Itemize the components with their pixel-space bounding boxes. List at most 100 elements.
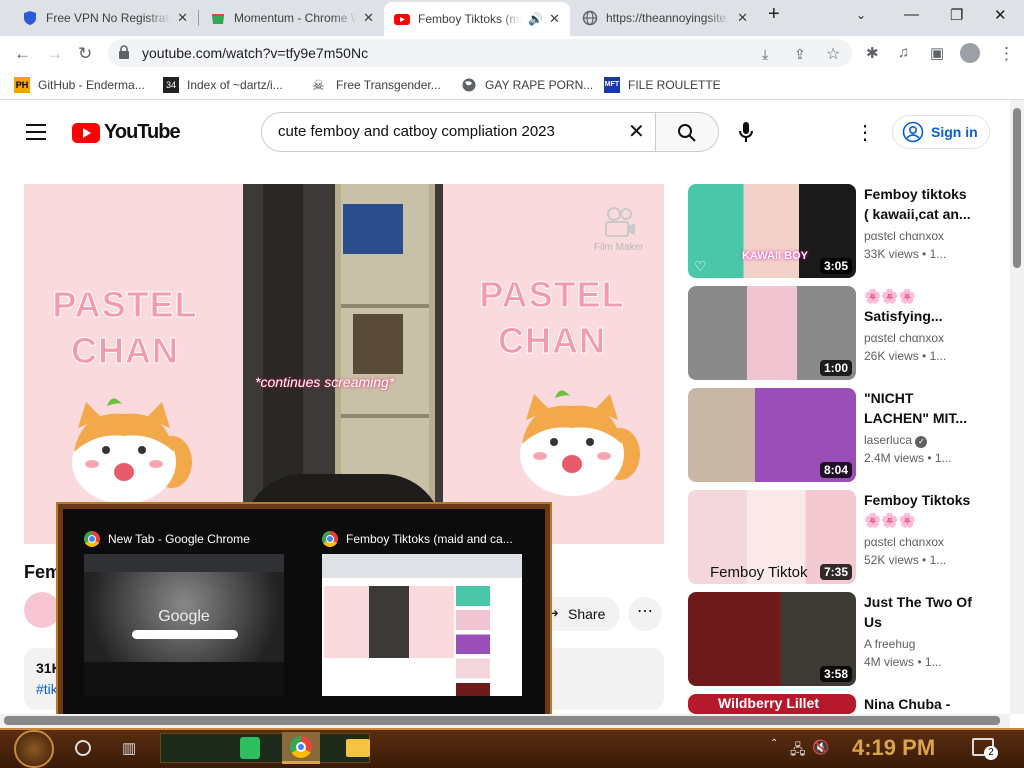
search-circle-icon[interactable] [75, 740, 91, 756]
channel-name[interactable]: laserluca ✓ [864, 433, 928, 448]
bookmark-index[interactable]: 34 Index of ~dartz/i... [163, 77, 283, 93]
network-icon[interactable]: 🖧 [790, 739, 806, 763]
video-thumbnail[interactable]: 8:04 [688, 388, 856, 482]
tab-search-chevron-icon[interactable]: ⌄ [856, 8, 866, 22]
shield-icon [24, 11, 36, 25]
minimize-button[interactable]: — [904, 6, 919, 23]
related-title[interactable]: 🌸🌸🌸 Satisfying... [864, 286, 974, 326]
search-button[interactable] [655, 112, 719, 152]
forward-arrow-icon[interactable]: → [46, 44, 63, 64]
channel-avatar[interactable] [24, 592, 60, 628]
back-arrow-icon[interactable]: ← [14, 44, 31, 64]
video-thumbnail[interactable]: Femboy Tiktok 7:35 [688, 490, 856, 584]
chrome-taskbar-button[interactable] [282, 732, 320, 764]
preview-label-youtube[interactable]: Femboy Tiktoks (maid and ca... [322, 531, 513, 547]
restore-button[interactable]: ❐ [950, 6, 963, 24]
related-video[interactable]: KAWAII BOY ♡ 3:05 Femboy tiktoks ( kawai… [688, 184, 1008, 278]
video-thumbnail[interactable]: 3:58 [688, 592, 856, 686]
close-tab-icon[interactable]: ✕ [549, 11, 560, 27]
side-panel-icon[interactable]: ▣ [930, 44, 944, 62]
tray-chevron-icon[interactable]: ⌃ [770, 738, 778, 749]
preview-label-new-tab[interactable]: New Tab - Google Chrome [84, 531, 250, 547]
channel-name[interactable]: pαstєl chαnxox [864, 229, 944, 243]
tab-annoying-site[interactable]: https://theannoyingsite.com ✕ [572, 4, 758, 32]
close-tab-icon[interactable]: ✕ [737, 10, 748, 26]
related-title[interactable]: Femboy tiktoks ( kawaii,cat an... [864, 184, 974, 224]
video-thumbnail[interactable]: KAWAII BOY ♡ 3:05 [688, 184, 856, 278]
notes-app-icon[interactable] [240, 737, 260, 759]
action-center-icon[interactable]: 2 [972, 738, 998, 760]
sign-in-button[interactable]: Sign in [892, 115, 990, 149]
preview-thumb-new-tab[interactable]: Google [84, 554, 284, 696]
bookmark-file-roulette[interactable]: MFT FILE ROULETTE [604, 77, 721, 93]
view-meta: 4M views • 1... [864, 655, 942, 669]
install-app-icon[interactable]: ⤓ [762, 46, 768, 63]
share-page-icon[interactable]: ⇪ [794, 46, 806, 63]
duration-badge: 3:58 [819, 666, 852, 682]
taskbar-clock[interactable]: 4:19 PM [852, 735, 935, 761]
settings-dots-icon[interactable]: ⋮ [855, 120, 875, 145]
new-tab-button[interactable]: + [768, 3, 780, 26]
bookmark-globe[interactable]: GAY RAPE PORN... [461, 77, 593, 93]
thumbnail-text: KAWAII BOY [742, 250, 809, 262]
reload-icon[interactable]: ↻ [78, 44, 92, 64]
extensions-puzzle-icon[interactable]: ✱ [866, 44, 879, 62]
browser-menu-icon[interactable]: ⋮ [998, 44, 1015, 64]
search-query-text[interactable]: cute femboy and catboy compliation 2023 [278, 123, 555, 140]
tab-divider [198, 10, 199, 26]
ph-logo-icon: PH [14, 77, 30, 93]
video-title: Fem [24, 562, 62, 582]
related-video[interactable]: 3:58 Just The Two Of Us A freehug 4M vie… [688, 592, 1008, 686]
horizontal-scroll-thumb[interactable] [4, 716, 1000, 725]
close-tab-icon[interactable]: ✕ [177, 10, 188, 26]
file-explorer-icon[interactable] [346, 739, 370, 757]
related-video[interactable]: Femboy Tiktok 7:35 Femboy Tiktoks 🌸🌸🌸 pα… [688, 490, 1008, 584]
youtube-logo[interactable]: YouTube [72, 121, 181, 144]
channel-name[interactable]: pαstєl chαnxox [864, 331, 944, 345]
speaker-icon[interactable]: 🔊 [528, 12, 543, 26]
tab-youtube[interactable]: Femboy Tiktoks (maid and catboy) 🔊 ✕ [384, 2, 570, 36]
related-video[interactable]: Wildberry Lillet Nina Chuba - [688, 694, 1008, 714]
skull-icon: ☠ [312, 77, 325, 93]
channel-name[interactable]: pαstєl chαnxox [864, 535, 944, 549]
video-thumbnail[interactable]: Wildberry Lillet [688, 694, 856, 714]
related-title[interactable]: "NICHT LACHEN" MIT... [864, 388, 974, 428]
related-title[interactable]: Just The Two Of Us [864, 592, 974, 632]
related-video[interactable]: 1:00 🌸🌸🌸 Satisfying... pαstєl chαnxox 26… [688, 286, 1008, 380]
vertical-scroll-thumb[interactable] [1013, 108, 1021, 268]
duration-badge: 1:00 [819, 360, 852, 376]
hashtag-link[interactable]: #tik [36, 681, 58, 697]
url-text[interactable]: youtube.com/watch?v=tfy9e7m50Nc [142, 45, 368, 61]
pastel-chan-right-text: PASTEL CHAN [479, 274, 625, 362]
hamburger-menu-icon[interactable] [26, 124, 46, 140]
more-actions-button[interactable]: ⋯ [628, 597, 662, 631]
tab-momentum[interactable]: Momentum - Chrome Web Store ✕ [200, 4, 384, 32]
lock-icon[interactable] [118, 45, 130, 59]
start-button-gear-icon[interactable] [14, 730, 54, 768]
mft-logo-icon: MFT [604, 77, 620, 93]
profile-avatar[interactable] [960, 43, 980, 63]
pastel-chan-left-text: PASTEL CHAN [52, 284, 198, 372]
close-window-button[interactable]: ✕ [994, 6, 1007, 24]
bookmark-star-icon[interactable]: ☆ [826, 44, 840, 64]
account-icon [902, 121, 924, 143]
task-view-icon[interactable]: ▥ [122, 739, 136, 757]
view-meta: 2.4M views • 1... [864, 451, 952, 465]
media-control-icon[interactable]: ♫ [898, 44, 909, 61]
volume-muted-icon[interactable]: 🔇 [812, 739, 829, 756]
related-video[interactable]: 8:04 "NICHT LACHEN" MIT... laserluca ✓ 2… [688, 388, 1008, 482]
bookmark-free-transgender[interactable]: ☠ Free Transgender... [312, 77, 441, 93]
close-tab-icon[interactable]: ✕ [363, 10, 374, 26]
related-title[interactable]: Nina Chuba - [864, 694, 974, 714]
youtube-play-icon [72, 122, 100, 143]
thumbnail-text: Femboy Tiktok [710, 564, 808, 581]
bookmark-github[interactable]: PH GitHub - Enderma... [14, 77, 145, 93]
related-title[interactable]: Femboy Tiktoks 🌸🌸🌸 [864, 490, 974, 530]
preview-thumb-youtube[interactable] [322, 554, 522, 696]
microphone-icon[interactable] [738, 121, 754, 143]
channel-name[interactable]: A freehug [864, 637, 915, 651]
video-thumbnail[interactable]: 1:00 [688, 286, 856, 380]
tab-vpn[interactable]: Free VPN No Registration ✕ [12, 4, 198, 32]
clear-search-icon[interactable]: ✕ [628, 119, 645, 144]
view-meta: 33K views • 1... [864, 247, 947, 261]
